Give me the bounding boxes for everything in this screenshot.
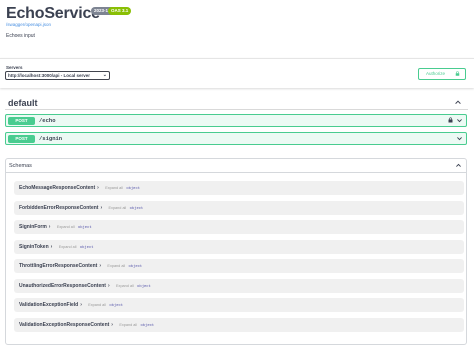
- schemas-title: Schemas: [9, 163, 32, 169]
- schema-name: UnauthorizedErrorResponseContent: [19, 282, 106, 289]
- schemas-header[interactable]: Schemas: [6, 159, 466, 173]
- expand-all-label[interactable]: Expand all: [88, 303, 106, 307]
- chevron-up-icon[interactable]: [455, 162, 462, 169]
- schema-row[interactable]: SigninToken › Expand all object: [14, 239, 464, 254]
- operation-post-echo[interactable]: POST /echo: [5, 114, 467, 127]
- chevron-right-icon: ›: [48, 224, 51, 230]
- tag-section-default[interactable]: default: [5, 97, 468, 110]
- schema-name: ForbiddenErrorResponseContent: [19, 204, 99, 211]
- schema-type: object: [140, 323, 155, 328]
- schema-type: object: [77, 226, 92, 230]
- authorize-label: Authorize: [426, 71, 446, 76]
- schema-row[interactable]: ThrottlingErrorResponseContent › Expand a…: [14, 259, 464, 273]
- info-header: EchoService 2023-12-03 OAS 3.1 /swagger/…: [0, 0, 474, 57]
- schema-type: object: [126, 187, 140, 191]
- schema-type: object: [129, 206, 144, 211]
- chevron-up-icon[interactable]: [454, 98, 462, 106]
- chevron-right-icon: ›: [97, 185, 99, 191]
- schema-name: SigninToken: [19, 243, 49, 250]
- tag-title: default: [8, 98, 38, 108]
- operation-path: /echo: [39, 117, 56, 124]
- chevron-down-icon: ⌄: [102, 72, 107, 78]
- method-badge: POST: [8, 134, 35, 143]
- schema-type: object: [137, 284, 151, 289]
- schema-type: object: [109, 304, 124, 308]
- expand-all-label[interactable]: Expand all: [116, 284, 134, 288]
- schema-name: SigninForm: [19, 224, 47, 230]
- api-description: Echoes input: [6, 33, 35, 39]
- schema-row[interactable]: ValidationExceptionResponseContent › Expa…: [14, 317, 464, 332]
- schema-name: ValidationExceptionResponseContent: [19, 321, 110, 328]
- expand-all-label[interactable]: Expand all: [59, 245, 77, 249]
- chevron-down-icon[interactable]: [456, 135, 463, 142]
- operation-post-signin[interactable]: POST /signin: [5, 132, 467, 145]
- schema-row[interactable]: SigninForm › Expand all object: [14, 220, 464, 234]
- schema-type: object: [79, 245, 94, 250]
- expand-all-label[interactable]: Expand all: [119, 323, 137, 327]
- servers-selected-value: http://localhost:3000/api - Local server: [8, 73, 91, 78]
- chevron-right-icon: ›: [100, 204, 103, 211]
- api-title: EchoService: [6, 5, 100, 22]
- authorize-button[interactable]: Authorize: [418, 68, 466, 80]
- servers-select[interactable]: http://localhost:3000/api - Local server…: [5, 71, 110, 80]
- schema-row[interactable]: UnauthorizedErrorResponseContent › Expand…: [14, 278, 464, 293]
- expand-all-label[interactable]: Expand all: [105, 186, 123, 190]
- scheme-container: Servers http://localhost:3000/api - Loca…: [0, 58, 474, 88]
- chevron-right-icon: ›: [111, 321, 113, 328]
- schema-name: EchoMessageResponseContent: [19, 185, 96, 191]
- schema-row[interactable]: ValidationExceptionField › Expand all obj…: [14, 298, 464, 312]
- servers-label: Servers: [6, 65, 23, 70]
- lock-icon: [455, 71, 460, 76]
- expand-all-label[interactable]: Expand all: [109, 206, 127, 210]
- chevron-right-icon: ›: [80, 302, 82, 308]
- chevron-right-icon: ›: [107, 282, 110, 289]
- expand-all-label[interactable]: Expand all: [107, 264, 125, 268]
- expand-all-label[interactable]: Expand all: [57, 225, 75, 229]
- schemas-section: Schemas EchoMessageResponseContent › Expa…: [5, 158, 467, 345]
- schema-type: object: [128, 265, 143, 269]
- lock-icon[interactable]: [448, 117, 453, 123]
- oas-badge: OAS 3.1: [108, 7, 132, 15]
- schema-row[interactable]: ForbiddenErrorResponseContent › Expand al…: [14, 200, 464, 215]
- spec-link[interactable]: /swagger/openapi.json: [6, 22, 51, 27]
- schema-row[interactable]: EchoMessageResponseContent › Expand all o…: [14, 181, 464, 195]
- schema-name: ValidationExceptionField: [19, 302, 79, 308]
- chevron-down-icon[interactable]: [456, 117, 463, 124]
- method-badge: POST: [8, 116, 35, 125]
- schema-name: ThrottlingErrorResponseContent: [19, 263, 98, 269]
- operation-path: /signin: [39, 135, 63, 142]
- chevron-right-icon: ›: [99, 263, 102, 269]
- chevron-right-icon: ›: [50, 243, 53, 250]
